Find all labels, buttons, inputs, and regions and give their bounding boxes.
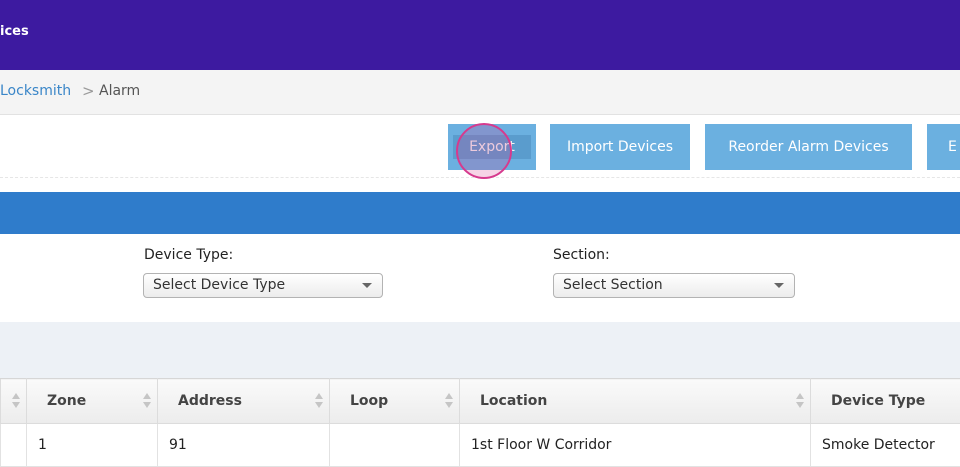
top-header-bar: ices [0,0,960,70]
panel-header-bar [0,192,960,234]
table-cell-location: 1st Floor W Corridor [459,423,811,467]
caret-down-icon [774,283,784,288]
section-label: Section: [553,247,610,263]
device-type-label: Device Type: [144,247,234,263]
table-cell [0,423,27,467]
table-cell-address: 91 [157,423,330,467]
table-cell-zone: 1 [26,423,158,467]
sort-icon [143,393,151,409]
breadcrumb: Locksmith > Alarm [0,70,960,115]
action-toolbar: Export Import Devices Reorder Alarm Devi… [0,115,960,178]
table-row[interactable]: 1 91 1st Floor W Corridor Smoke Detector [0,423,960,467]
table-cell-device-type: Smoke Detector [810,423,960,467]
table-header-row: Zone Address Loop Location Device Type [0,378,960,424]
caret-down-icon [362,283,372,288]
column-header-zone[interactable]: Zone [26,378,158,424]
sort-icon [445,393,453,409]
filter-panel: Device Type: Select Device Type Section:… [0,234,960,322]
breadcrumb-current: Alarm [99,83,141,99]
column-header-device-type[interactable]: Device Type [810,378,960,424]
sort-icon [315,393,323,409]
export-button-label: Export [453,135,531,159]
device-type-select-value: Select Device Type [153,277,286,293]
sort-icon [796,393,804,409]
column-header-location[interactable]: Location [459,378,811,424]
reorder-alarm-devices-button[interactable]: Reorder Alarm Devices [705,124,912,170]
app-title: ices [0,24,29,39]
device-type-select[interactable]: Select Device Type [143,273,383,298]
section-select-value: Select Section [563,277,663,293]
chevron-right-icon: > [82,82,95,100]
devices-table: Zone Address Loop Location Device Type 1… [0,378,960,467]
export-button[interactable]: Export [448,124,536,170]
edit-button-partial[interactable]: E [927,124,960,170]
sort-icon [12,393,20,409]
import-devices-button[interactable]: Import Devices [550,124,690,170]
table-toolbar-area [0,322,960,378]
column-header-address[interactable]: Address [157,378,330,424]
breadcrumb-link-locksmith[interactable]: Locksmith [0,83,71,99]
column-header-select[interactable] [0,378,27,424]
column-header-loop[interactable]: Loop [329,378,460,424]
section-select[interactable]: Select Section [553,273,795,298]
table-cell-loop [329,423,460,467]
